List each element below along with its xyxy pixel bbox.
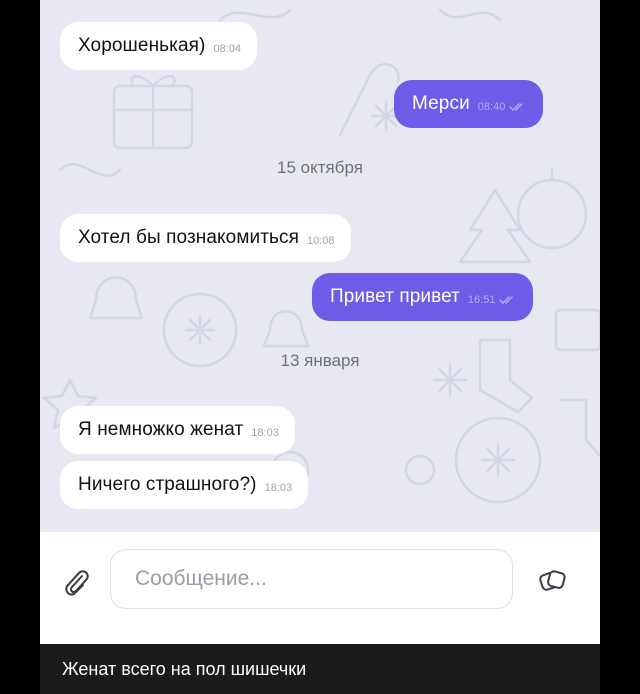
message-incoming[interactable]: Хорошенькая) 08:04 [60, 22, 258, 70]
date-separator: 15 октября [277, 158, 363, 177]
message-time: 18:03 [251, 427, 279, 439]
message-time: 10:08 [307, 235, 335, 247]
message-text: Хорошенькая) [78, 35, 206, 56]
chat-history[interactable]: Хорошенькая) 08:04 Мерси 08:40 15 октябр… [40, 0, 600, 532]
message-incoming[interactable]: Я немножко женат 18:03 [60, 406, 295, 454]
meme-caption: Женат всего на пол шишечки [40, 644, 600, 694]
screenshot-frame: Хорошенькая) 08:04 Мерси 08:40 15 октябр… [0, 0, 640, 694]
message-text: Привет привет [330, 286, 460, 307]
message-time: 16:51 [467, 294, 496, 306]
message-text: Я немножко женат [78, 419, 244, 440]
date-separator: 13 января [280, 351, 360, 370]
message-outgoing[interactable]: Привет привет 16:51 [312, 273, 534, 321]
read-checkmark-icon [509, 102, 527, 112]
message-time: 08:40 [477, 101, 506, 113]
message-outgoing[interactable]: Мерси 08:40 [394, 80, 544, 128]
message-time: 08:04 [213, 43, 242, 55]
read-checkmark-icon [499, 295, 517, 305]
message-text: Хотел бы познакомиться [78, 227, 299, 248]
messenger-window: Хорошенькая) 08:04 Мерси 08:40 15 октябр… [40, 0, 600, 644]
message-text: Ничего страшного?) [78, 474, 257, 495]
sticker-icon[interactable] [536, 564, 568, 596]
message-incoming[interactable]: Ничего страшного?) 18:03 [60, 461, 309, 509]
paperclip-icon[interactable] [60, 566, 92, 598]
message-incoming[interactable]: Хотел бы познакомиться 10:08 [60, 214, 351, 262]
message-input[interactable]: Сообщение... [110, 549, 513, 609]
message-text: Мерси [412, 93, 470, 114]
message-time: 18:03 [264, 482, 293, 494]
